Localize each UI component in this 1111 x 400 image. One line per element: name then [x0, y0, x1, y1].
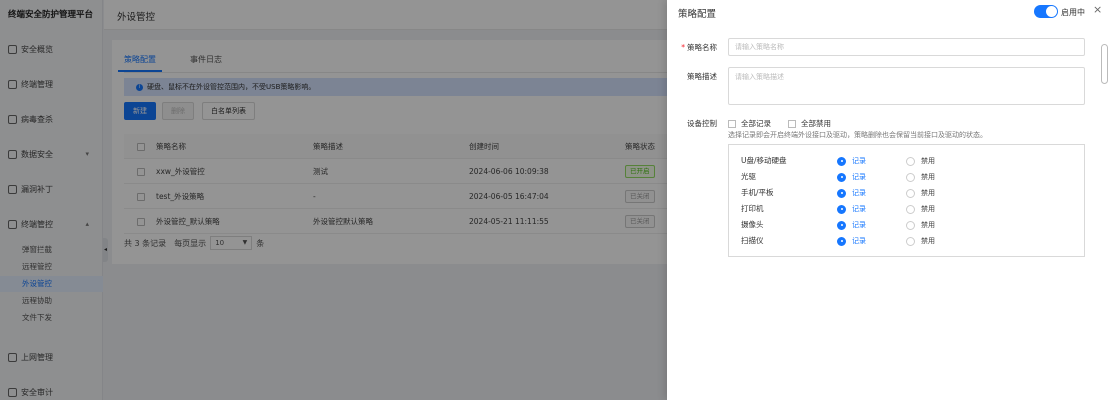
device-name: 打印机 [741, 204, 764, 213]
device-control-hint: 选择记录即会开启终端外设接口及驱动，策略删除也会保留当前接口及驱动的状态。 [728, 131, 987, 139]
device-row: 打印机 记录 禁用 [729, 201, 1086, 217]
drawer-scrollbar[interactable] [1101, 44, 1108, 84]
disable-radio[interactable]: 禁用 [906, 156, 935, 166]
device-name: 光驱 [741, 172, 756, 181]
record-radio[interactable]: 记录 [837, 156, 866, 166]
device-row: 光驱 记录 禁用 [729, 169, 1086, 185]
modal-mask[interactable] [0, 0, 667, 400]
device-row: 摄像头 记录 禁用 [729, 217, 1086, 233]
device-row: 手机/平板 记录 禁用 [729, 185, 1086, 201]
drawer-title: 策略配置 [678, 9, 717, 20]
all-record-checkbox[interactable]: 全部记录 [728, 118, 771, 129]
all-disable-checkbox[interactable]: 全部禁用 [788, 118, 831, 129]
record-radio[interactable]: 记录 [837, 172, 866, 182]
switch-label: 启用中 [1061, 8, 1085, 17]
close-icon[interactable]: × [1093, 3, 1102, 16]
device-row: U盘/移动硬盘 记录 禁用 [729, 153, 1086, 169]
device-name: 扫描仪 [741, 236, 764, 245]
record-radio[interactable]: 记录 [837, 204, 866, 214]
disable-radio[interactable]: 禁用 [906, 172, 935, 182]
checkbox-box [788, 119, 796, 128]
disable-radio[interactable]: 禁用 [906, 204, 935, 214]
record-radio[interactable]: 记录 [837, 236, 866, 246]
required-mark: * [681, 43, 685, 52]
device-row: 扫描仪 记录 禁用 [729, 233, 1086, 249]
name-label: * 策略名称 [681, 43, 717, 52]
disable-radio[interactable]: 禁用 [906, 220, 935, 230]
policy-config-drawer: 策略配置 启用中 × *策略名称 策略描述 设备控制 全部记录 全部禁用 选择记… [667, 0, 1111, 400]
record-radio[interactable]: 记录 [837, 188, 866, 198]
disable-radio[interactable]: 禁用 [906, 236, 935, 246]
desc-label: 策略描述 [687, 72, 717, 81]
record-radio[interactable]: 记录 [837, 220, 866, 230]
enable-switch[interactable] [1034, 5, 1058, 18]
policy-desc-textarea[interactable] [728, 67, 1085, 105]
device-list: U盘/移动硬盘 记录 禁用 光驱 记录 禁用 手机/平板 记录 禁用 打印机 记… [728, 144, 1085, 257]
disable-radio[interactable]: 禁用 [906, 188, 935, 198]
checkbox-box [728, 119, 736, 128]
device-name: 手机/平板 [741, 188, 774, 197]
switch-knob [1046, 6, 1057, 17]
policy-name-input[interactable] [728, 38, 1085, 56]
device-control-label: 设备控制 [687, 119, 717, 128]
device-name: U盘/移动硬盘 [741, 156, 787, 165]
device-name: 摄像头 [741, 220, 764, 229]
